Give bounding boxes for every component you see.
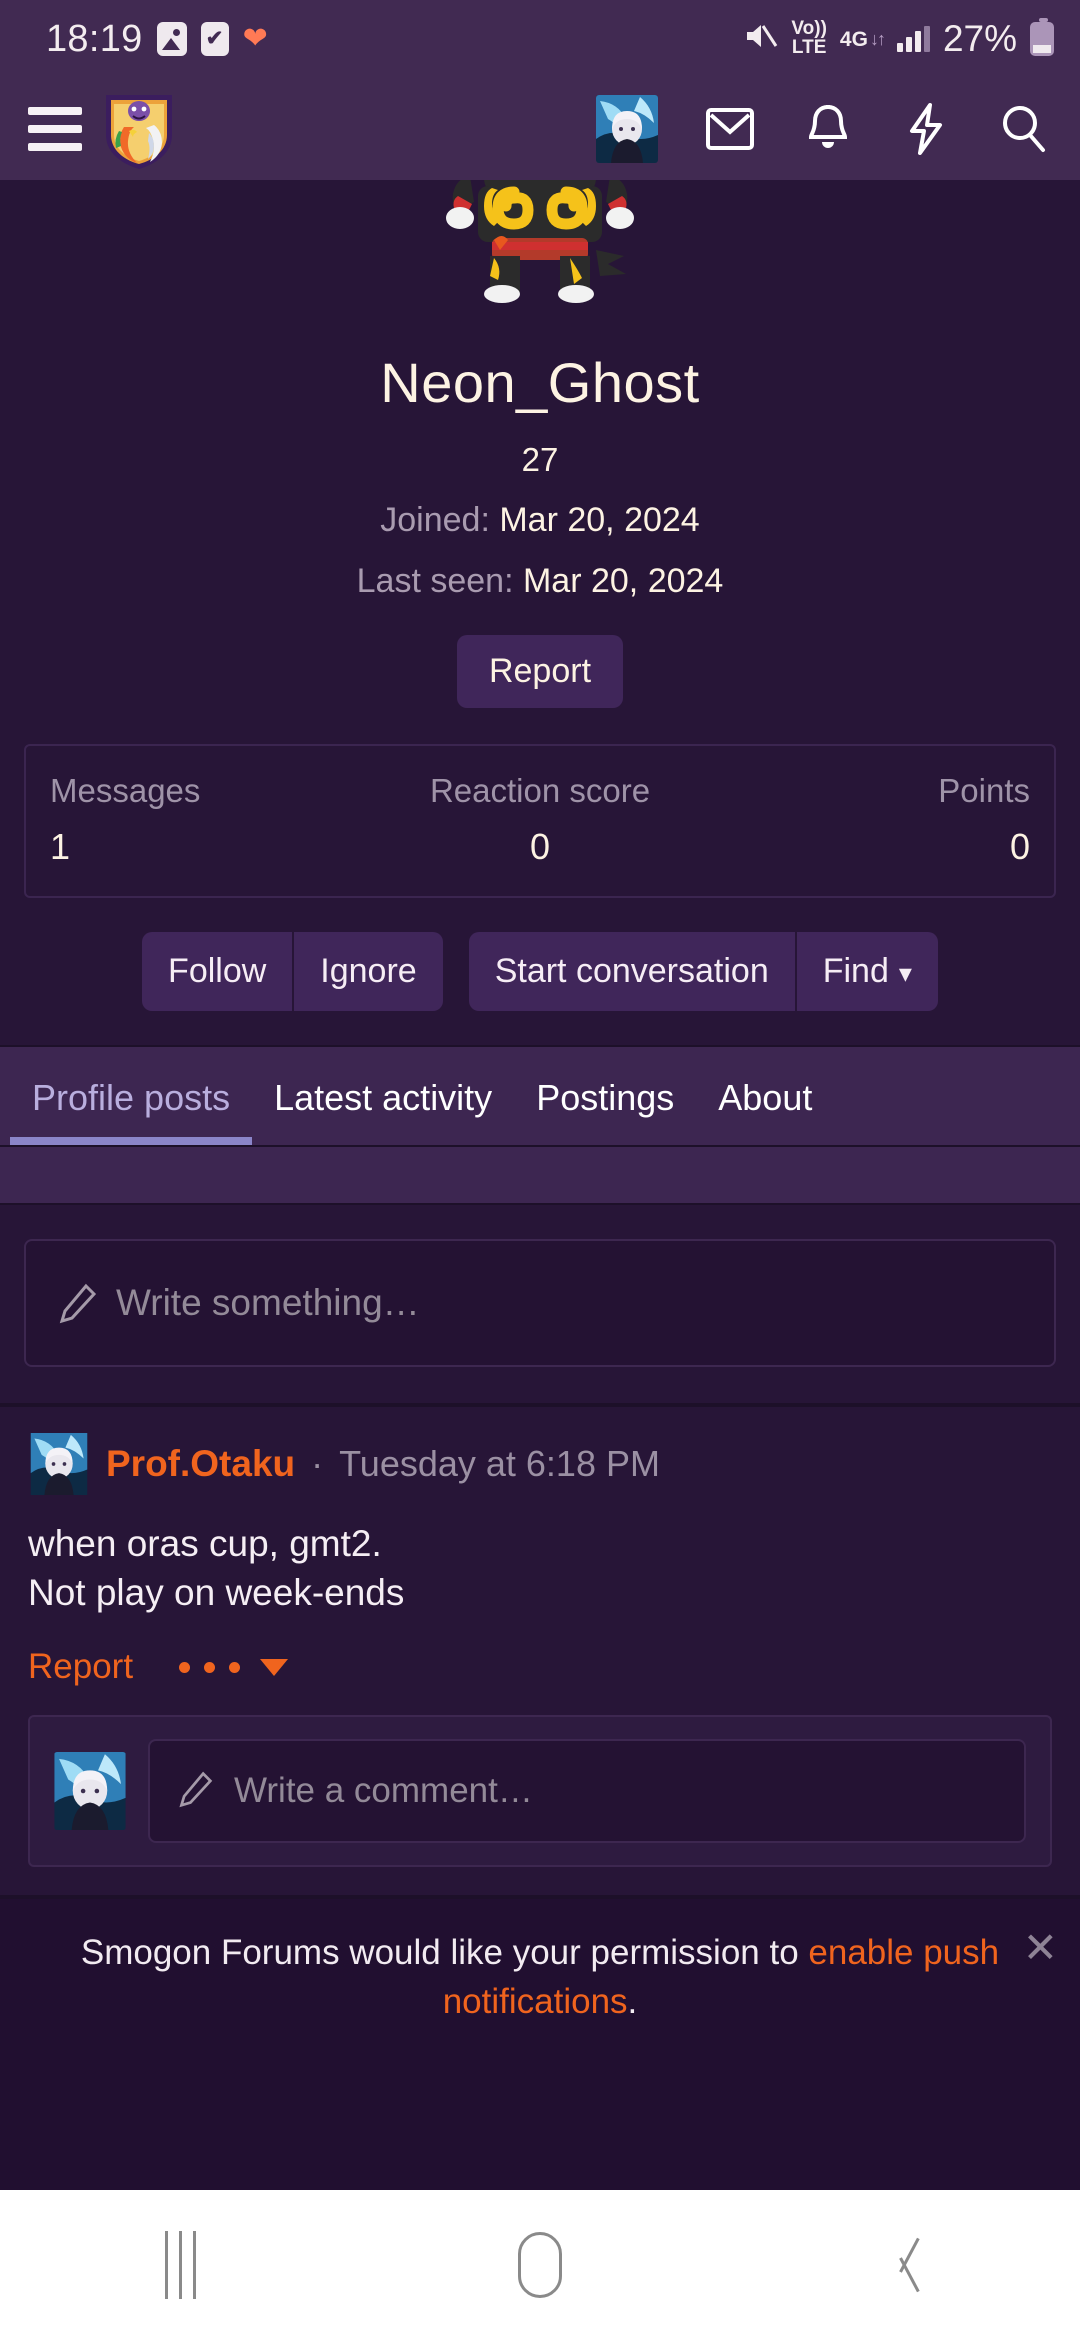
emboar-pokemon-sprite bbox=[0, 180, 1080, 328]
stat-points: Points 0 bbox=[703, 772, 1030, 868]
app-header bbox=[0, 78, 1080, 180]
post-actions: Report bbox=[28, 1647, 1052, 1687]
push-banner-text: Smogon Forums would like your permission… bbox=[28, 1929, 1052, 2026]
chevron-down-icon: ▾ bbox=[898, 958, 912, 988]
close-icon[interactable]: ✕ bbox=[1023, 1927, 1058, 1969]
push-notification-banner: ✕ Smogon Forums would like your permissi… bbox=[0, 1895, 1080, 2060]
start-conversation-button[interactable]: Start conversation bbox=[468, 932, 797, 1011]
joined-value: Mar 20, 2024 bbox=[499, 501, 700, 539]
find-label: Find bbox=[822, 952, 889, 990]
joined-label: Joined: bbox=[380, 501, 490, 539]
mute-icon bbox=[744, 21, 778, 56]
stat-value: 0 bbox=[1009, 826, 1031, 867]
tab-about[interactable]: About bbox=[696, 1047, 834, 1145]
tab-latest-activity[interactable]: Latest activity bbox=[252, 1047, 514, 1145]
find-button[interactable]: Find ▾ bbox=[796, 932, 938, 1011]
inbox-icon[interactable] bbox=[704, 103, 756, 155]
recents-icon[interactable] bbox=[120, 2205, 240, 2325]
stat-reaction-score: Reaction score 0 bbox=[377, 772, 704, 868]
status-bar-right: Vo)) LTE 4G ↓↑ 27% bbox=[744, 18, 1054, 60]
battery-percent: 27% bbox=[942, 18, 1017, 59]
follow-button[interactable]: Follow bbox=[142, 932, 295, 1011]
signal-strength-icon bbox=[896, 26, 930, 52]
write-comment-input[interactable]: Write a comment… bbox=[148, 1739, 1026, 1844]
last-seen-value: Mar 20, 2024 bbox=[522, 562, 724, 600]
pencil-icon bbox=[176, 1770, 218, 1812]
tab-postings[interactable]: Postings bbox=[514, 1047, 696, 1145]
profile-post: Prof.Otaku · Tuesday at 6:18 PM when ora… bbox=[0, 1407, 1080, 1868]
profile-tabs: Profile posts Latest activity Postings A… bbox=[0, 1045, 1080, 1147]
alerts-bell-icon[interactable] bbox=[802, 103, 854, 155]
post-timestamp[interactable]: Tuesday at 6:18 PM bbox=[339, 1443, 660, 1485]
stat-value: 0 bbox=[529, 826, 551, 867]
stat-label: Points bbox=[938, 772, 1031, 809]
search-icon[interactable] bbox=[998, 103, 1050, 155]
status-bar: 18:19 ❤ Vo))LTE 4G ↓↑ 27% bbox=[0, 0, 1080, 78]
battery-icon bbox=[1030, 18, 1054, 56]
prof-otaku-avatar[interactable] bbox=[28, 1433, 90, 1495]
header-icon-group bbox=[596, 95, 1050, 163]
smogon-shield-logo[interactable] bbox=[100, 87, 178, 171]
report-profile-button[interactable]: Report bbox=[456, 635, 624, 708]
profile-header-section: Neon_Ghost 27 Joined: Mar 20, 2024 Last … bbox=[0, 180, 1080, 1045]
comment-composer: Write a comment… bbox=[28, 1715, 1052, 1868]
profile-action-buttons: Follow Ignore Start conversation Find ▾ bbox=[0, 932, 1080, 1045]
joined-row: Joined: Mar 20, 2024 bbox=[0, 501, 1080, 540]
ignore-button[interactable]: Ignore bbox=[294, 932, 443, 1011]
last-seen-label: Last seen: bbox=[356, 562, 514, 600]
back-icon[interactable] bbox=[840, 2205, 960, 2325]
current-user-avatar[interactable] bbox=[54, 1752, 126, 1831]
stat-label: Reaction score bbox=[429, 772, 651, 809]
post-report-link[interactable]: Report bbox=[28, 1647, 133, 1687]
android-nav-bar bbox=[0, 2190, 1080, 2340]
stat-label: Messages bbox=[50, 772, 201, 809]
stat-value: 1 bbox=[50, 826, 71, 867]
post-author-link[interactable]: Prof.Otaku bbox=[106, 1443, 295, 1485]
tab-profile-posts[interactable]: Profile posts bbox=[10, 1047, 253, 1145]
volte-indicator: Vo)) LTE bbox=[791, 18, 827, 58]
user-title: 27 bbox=[521, 441, 559, 478]
profile-stats-box: Messages 1 Reaction score 0 Points 0 bbox=[24, 744, 1056, 898]
status-time: 18:19 bbox=[46, 17, 143, 60]
follow-ignore-group: Follow Ignore bbox=[142, 932, 443, 1011]
post-line-1: when oras cup, gmt2. bbox=[28, 1523, 382, 1564]
pencil-icon bbox=[56, 1282, 98, 1324]
user-avatar[interactable] bbox=[596, 95, 658, 163]
post-separator: · bbox=[311, 1443, 324, 1484]
network-type-indicator: 4G ↓↑ bbox=[839, 27, 886, 51]
photos-icon bbox=[156, 22, 187, 56]
last-seen-row: Last seen: Mar 20, 2024 bbox=[0, 562, 1080, 601]
page-title: Neon_Ghost bbox=[380, 351, 700, 414]
lightning-icon[interactable] bbox=[900, 103, 952, 155]
post-body: when oras cup, gmt2. Not play on week-en… bbox=[28, 1519, 1052, 1617]
status-bar-left: 18:19 ❤ bbox=[46, 18, 268, 61]
tasks-icon bbox=[200, 22, 229, 56]
home-icon[interactable] bbox=[480, 2205, 600, 2325]
stat-messages: Messages 1 bbox=[50, 772, 377, 868]
post-line-2: Not play on week-ends bbox=[28, 1572, 405, 1614]
page-background-fill bbox=[0, 2060, 1080, 2190]
write-comment-placeholder: Write a comment… bbox=[234, 1771, 533, 1811]
conversation-find-group: Start conversation Find ▾ bbox=[468, 932, 938, 1011]
more-options-icon[interactable] bbox=[179, 1658, 289, 1676]
write-something-placeholder: Write something… bbox=[116, 1282, 420, 1323]
phone-screen: 18:19 ❤ Vo))LTE 4G ↓↑ 27% bbox=[0, 0, 1080, 2340]
profile-post-composer-wrap: Write something… bbox=[0, 1205, 1080, 1403]
post-header: Prof.Otaku · Tuesday at 6:18 PM bbox=[28, 1433, 1052, 1495]
write-something-input[interactable]: Write something… bbox=[24, 1239, 1056, 1367]
tab-pane-gap bbox=[0, 1147, 1080, 1205]
push-text-after: . bbox=[627, 1981, 638, 2021]
heart-icon: ❤ bbox=[242, 22, 268, 55]
hamburger-menu-icon[interactable] bbox=[28, 107, 82, 151]
push-text-before: Smogon Forums would like your permission… bbox=[80, 1933, 809, 1973]
